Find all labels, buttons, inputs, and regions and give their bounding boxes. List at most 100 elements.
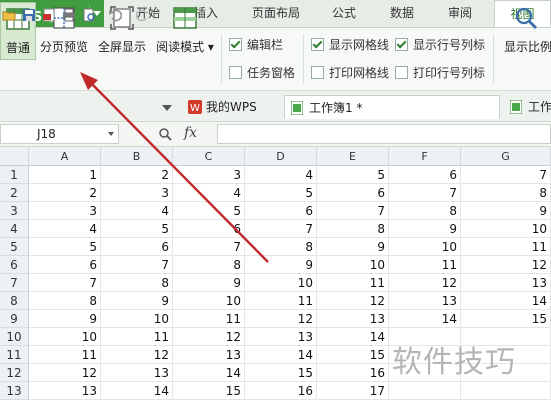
cell[interactable]: 1 xyxy=(29,166,101,184)
print-preview-icon[interactable] xyxy=(82,8,96,22)
cell[interactable]: 5 xyxy=(101,220,173,238)
export-pdf-icon[interactable] xyxy=(42,8,56,22)
cell[interactable]: 7 xyxy=(461,166,551,184)
cell[interactable]: 13 xyxy=(461,274,551,292)
cell[interactable]: 8 xyxy=(389,202,461,220)
doc-tab-workbook1[interactable]: 工作簿1 * xyxy=(284,95,500,119)
row-header[interactable]: 12 xyxy=(0,364,29,382)
row-header[interactable]: 2 xyxy=(0,184,29,202)
reading-mode-button[interactable]: 阅读模式 ▾ xyxy=(154,2,216,60)
cell[interactable]: 4 xyxy=(173,184,245,202)
row-header[interactable]: 1 xyxy=(0,166,29,184)
cell[interactable]: 6 xyxy=(29,256,101,274)
select-all-corner[interactable] xyxy=(0,147,29,166)
save-icon[interactable] xyxy=(22,8,36,22)
cell[interactable]: 7 xyxy=(173,238,245,256)
column-header-a[interactable]: A xyxy=(29,147,101,166)
print-gridlines-checkbox[interactable]: 打印网格线 xyxy=(311,66,389,80)
checkbox-unchecked-icon[interactable] xyxy=(229,66,242,79)
column-header-e[interactable]: E xyxy=(317,147,389,166)
show-ratio-button[interactable]: 显示比例 xyxy=(500,2,551,60)
row-header[interactable]: 5 xyxy=(0,238,29,256)
cell[interactable]: 6 xyxy=(173,220,245,238)
cell[interactable]: 3 xyxy=(29,202,101,220)
row-header[interactable]: 4 xyxy=(0,220,29,238)
checkbox-checked-icon[interactable] xyxy=(395,38,408,51)
cell[interactable]: 7 xyxy=(317,202,389,220)
cell[interactable]: 10 xyxy=(317,256,389,274)
doc-tab-my-wps[interactable]: W 我的WPS xyxy=(184,95,284,119)
cell[interactable]: 12 xyxy=(245,310,317,328)
cell[interactable]: 15 xyxy=(173,382,245,400)
cell[interactable]: 11 xyxy=(173,310,245,328)
cell[interactable]: 10 xyxy=(173,292,245,310)
cell[interactable]: 13 xyxy=(317,310,389,328)
cell[interactable]: 5 xyxy=(173,202,245,220)
cell[interactable]: 9 xyxy=(29,310,101,328)
row-header[interactable]: 11 xyxy=(0,346,29,364)
cell[interactable] xyxy=(389,382,461,400)
cell[interactable]: 16 xyxy=(317,364,389,382)
cell[interactable]: 17 xyxy=(317,382,389,400)
doc-tab-workbook2[interactable]: 工作簿2 xyxy=(504,95,551,119)
cell[interactable]: 10 xyxy=(29,328,101,346)
cell[interactable]: 13 xyxy=(245,328,317,346)
tab-page-layout[interactable]: 页面布局 xyxy=(244,0,308,27)
cell[interactable]: 3 xyxy=(173,166,245,184)
print-row-col-headers-checkbox[interactable]: 打印行号列标 xyxy=(395,66,485,80)
undo-icon[interactable] xyxy=(108,8,122,22)
cell[interactable]: 12 xyxy=(173,328,245,346)
cell[interactable]: 14 xyxy=(461,292,551,310)
cell[interactable]: 7 xyxy=(29,274,101,292)
cell[interactable]: 13 xyxy=(29,382,101,400)
fx-icon[interactable]: fx xyxy=(184,125,197,141)
cell[interactable]: 9 xyxy=(389,220,461,238)
cell[interactable]: 9 xyxy=(245,256,317,274)
row-header[interactable]: 8 xyxy=(0,292,29,310)
checkbox-checked-icon[interactable] xyxy=(229,38,242,51)
chevron-down-icon[interactable] xyxy=(108,132,114,136)
row-header[interactable]: 3 xyxy=(0,202,29,220)
cell[interactable]: 5 xyxy=(29,238,101,256)
cell[interactable]: 10 xyxy=(245,274,317,292)
cell[interactable]: 7 xyxy=(101,256,173,274)
cell[interactable]: 8 xyxy=(317,220,389,238)
checkbox-unchecked-icon[interactable] xyxy=(311,66,324,79)
cell[interactable]: 8 xyxy=(29,292,101,310)
cell[interactable]: 13 xyxy=(389,292,461,310)
cell[interactable]: 8 xyxy=(461,184,551,202)
cell[interactable]: 12 xyxy=(101,346,173,364)
cell[interactable]: 11 xyxy=(101,328,173,346)
checkbox-unchecked-icon[interactable] xyxy=(395,66,408,79)
tab-data[interactable]: 数据 xyxy=(380,0,424,27)
cell[interactable]: 4 xyxy=(29,220,101,238)
cell[interactable]: 15 xyxy=(461,310,551,328)
cell[interactable]: 4 xyxy=(245,166,317,184)
cell[interactable]: 9 xyxy=(461,202,551,220)
cell[interactable]: 13 xyxy=(101,364,173,382)
open-folder-icon[interactable] xyxy=(2,8,16,22)
cell[interactable]: 14 xyxy=(317,328,389,346)
column-header-d[interactable]: D xyxy=(245,147,317,166)
cell[interactable] xyxy=(461,382,551,400)
formula-input[interactable] xyxy=(217,124,551,144)
cell[interactable]: 4 xyxy=(101,202,173,220)
task-pane-checkbox[interactable]: 任务窗格 xyxy=(229,66,295,80)
cell[interactable]: 14 xyxy=(389,310,461,328)
tab-formulas[interactable]: 公式 xyxy=(322,0,366,27)
cell[interactable]: 12 xyxy=(317,292,389,310)
cell[interactable]: 2 xyxy=(101,166,173,184)
cell[interactable]: 5 xyxy=(317,166,389,184)
cell[interactable]: 11 xyxy=(29,346,101,364)
cell[interactable]: 10 xyxy=(389,238,461,256)
edit-bar-checkbox[interactable]: 编辑栏 xyxy=(229,38,283,52)
cell[interactable]: 10 xyxy=(101,310,173,328)
cell[interactable]: 6 xyxy=(317,184,389,202)
cell[interactable]: 12 xyxy=(389,274,461,292)
column-header-c[interactable]: C xyxy=(173,147,245,166)
cell[interactable]: 12 xyxy=(461,256,551,274)
checkbox-checked-icon[interactable] xyxy=(311,38,324,51)
cell[interactable]: 2 xyxy=(29,184,101,202)
cell[interactable]: 7 xyxy=(245,220,317,238)
tab-review[interactable]: 审阅 xyxy=(438,0,482,27)
